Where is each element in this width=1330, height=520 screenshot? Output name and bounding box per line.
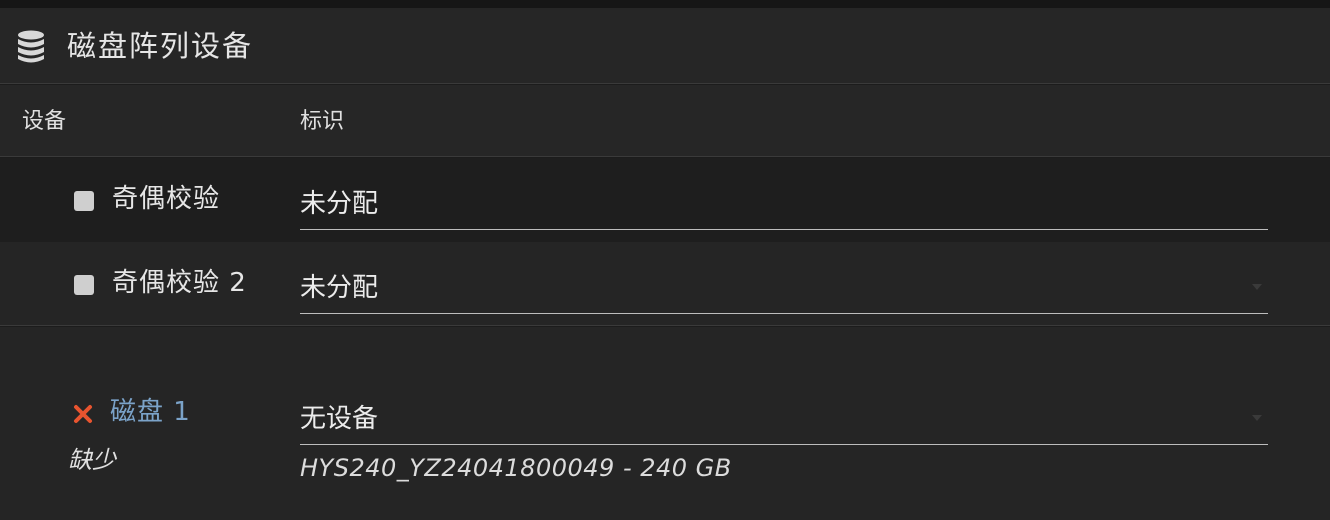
device-row-parity: 奇偶校验 未分配 <box>0 158 1330 242</box>
identification-select-disk-1[interactable]: 无设备 <box>300 401 1268 445</box>
device-row-parity-2: 奇偶校验 2 未分配 <box>0 242 1330 326</box>
device-name-parity-2: 奇偶校验 2 <box>112 268 247 298</box>
column-header-identification: 标识 <box>300 109 345 134</box>
column-header-device: 设备 <box>22 109 67 134</box>
close-icon <box>72 403 94 425</box>
identification-select-parity[interactable]: 未分配 <box>300 186 1268 230</box>
square-icon <box>74 275 94 295</box>
identification-value: 未分配 <box>300 273 379 303</box>
chevron-down-icon <box>1252 415 1262 421</box>
identification-select-parity-2[interactable]: 未分配 <box>300 270 1268 314</box>
database-icon <box>16 30 46 64</box>
device-serial: HYS240_YZ24041800049 - 240 GB <box>300 454 732 482</box>
device-row-disk-1: 磁盘 1 缺少 无设备 HYS240_YZ24041800049 - 240 G… <box>0 327 1330 520</box>
column-header-row: 设备 标识 <box>0 85 1330 157</box>
status-missing: 缺少 <box>68 446 116 474</box>
top-strip <box>0 0 1330 8</box>
identification-value: 未分配 <box>300 189 379 219</box>
panel-header: 磁盘阵列设备 <box>0 8 1330 84</box>
identification-value: 无设备 <box>300 404 379 434</box>
page-title: 磁盘阵列设备 <box>67 29 254 63</box>
device-name-parity: 奇偶校验 <box>112 184 221 214</box>
square-icon <box>74 191 94 211</box>
chevron-down-icon <box>1252 284 1262 290</box>
device-name-disk-1[interactable]: 磁盘 1 <box>110 395 191 429</box>
